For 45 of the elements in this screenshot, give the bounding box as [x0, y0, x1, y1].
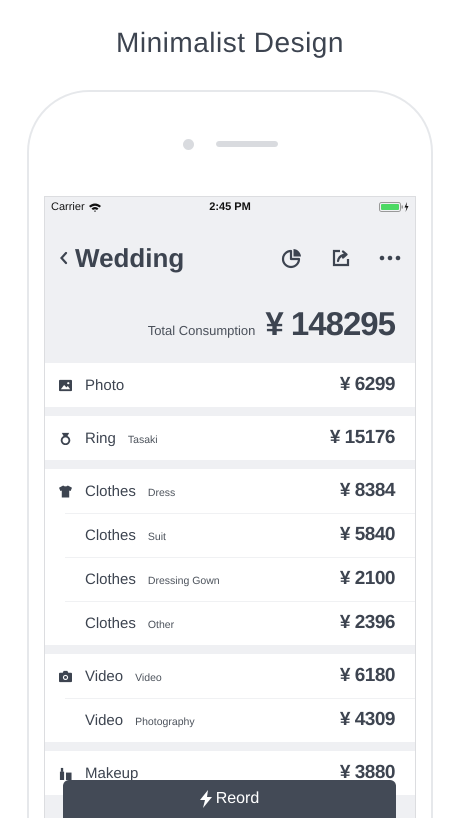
pie-chart-icon[interactable] — [281, 247, 303, 269]
page-title: Wedding — [75, 242, 184, 274]
shirt-icon — [59, 484, 72, 498]
expense-amount: ¥ 8384 — [340, 480, 395, 502]
expense-note: Other — [148, 619, 174, 631]
back-icon[interactable] — [59, 250, 69, 266]
record-button[interactable]: Reord — [63, 780, 396, 818]
expense-name[interactable]: Clothes — [85, 526, 136, 544]
expense-name[interactable]: Clothes — [85, 482, 136, 500]
share-icon[interactable] — [331, 248, 351, 268]
wifi-icon — [88, 202, 101, 212]
expense-note: Dressing Gown — [148, 575, 220, 587]
lightning-icon — [200, 790, 212, 808]
total-label: Total Consumption — [148, 322, 256, 338]
expense-name[interactable]: Ring — [85, 430, 116, 446]
expense-name[interactable]: Clothes — [85, 614, 136, 632]
expense-amount: ¥ 4309 — [340, 709, 395, 731]
carrier-label: Carrier — [51, 201, 85, 213]
makeup-icon — [59, 766, 72, 780]
camera-icon — [59, 670, 72, 682]
expense-amount: ¥ 6180 — [340, 665, 395, 687]
expense-name[interactable]: Photo — [85, 376, 124, 394]
expense-amount: ¥ 15176 — [330, 427, 395, 449]
battery-icon — [379, 202, 409, 212]
expense-name[interactable]: Clothes — [85, 570, 136, 588]
expense-note: Video — [135, 672, 162, 684]
expense-name[interactable]: Video — [85, 668, 124, 684]
total-amount: ¥ 148295 — [265, 305, 395, 343]
expense-amount: ¥ 2396 — [340, 612, 395, 634]
expense-note: Photography — [135, 716, 195, 728]
status-time: 2:45 PM — [209, 201, 251, 213]
expense-amount: ¥ 6299 — [340, 374, 395, 396]
speaker-slot — [216, 141, 278, 147]
expense-note: Dress — [148, 487, 176, 499]
camera-dot — [182, 138, 194, 150]
expense-name[interactable]: Video — [85, 712, 124, 728]
expense-note: Suit — [148, 531, 166, 543]
headline: Minimalist Design — [115, 26, 345, 60]
expense-name[interactable]: Makeup — [85, 764, 138, 782]
expense-amount: ¥ 5840 — [340, 524, 395, 546]
image-icon — [59, 378, 72, 392]
ring-icon — [59, 432, 72, 444]
more-icon[interactable] — [379, 255, 401, 261]
expense-amount: ¥ 2100 — [340, 568, 395, 590]
expense-note: Tasaki — [128, 434, 158, 446]
